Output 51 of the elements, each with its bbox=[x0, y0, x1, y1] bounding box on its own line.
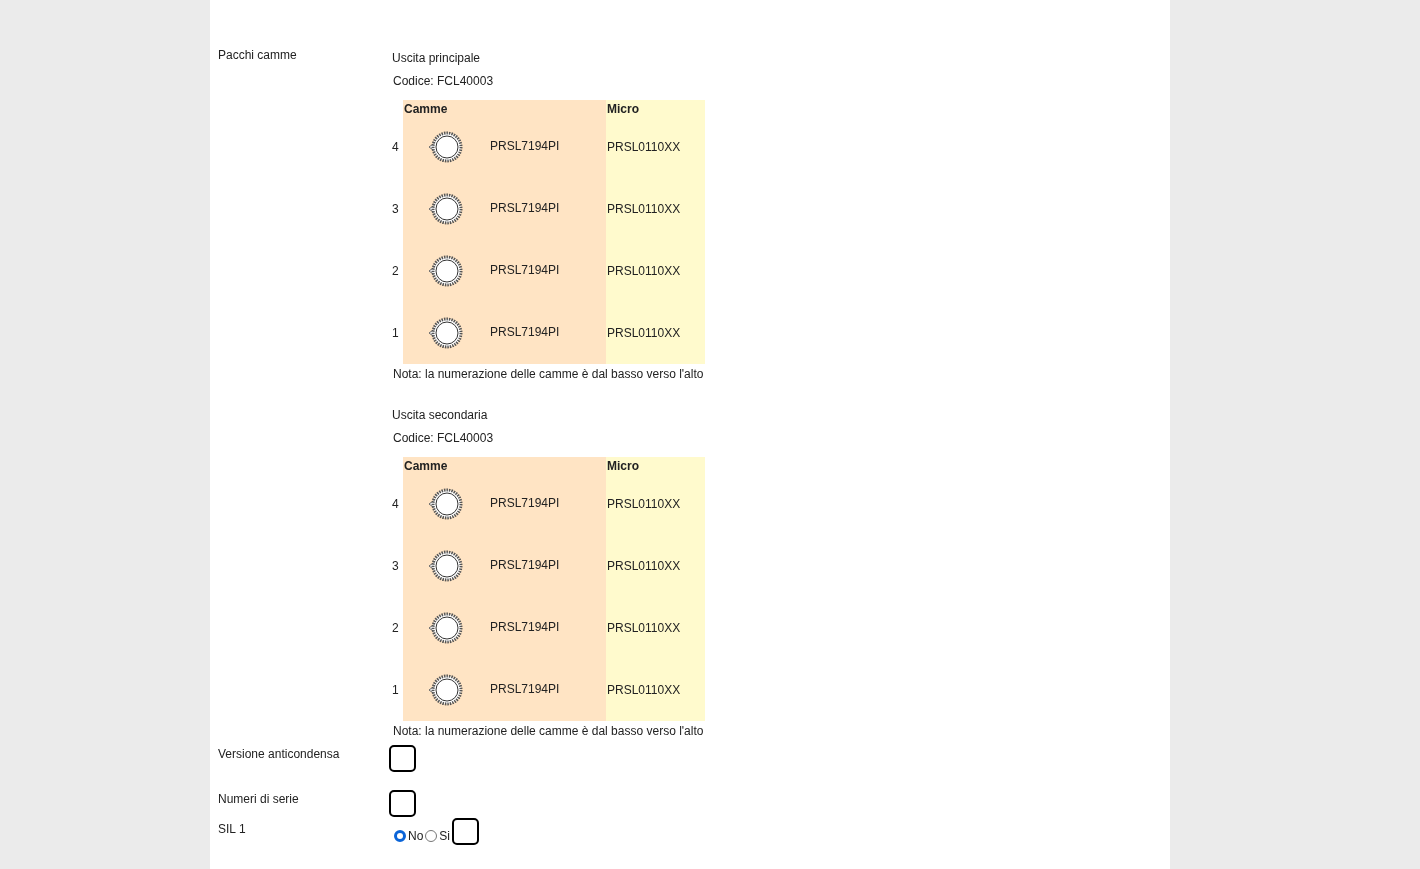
micro-code: PRSL0110XX bbox=[607, 496, 681, 513]
field-label: SIL 1 bbox=[218, 822, 246, 836]
cam-number: 3 bbox=[392, 558, 399, 575]
note-text: Nota: la numerazione delle camme è dal basso verso l'alto bbox=[393, 723, 705, 740]
cam-number: 1 bbox=[392, 682, 399, 699]
cam-disc-icon bbox=[427, 612, 463, 644]
micro-code: PRSL0110XX bbox=[607, 139, 681, 156]
output-code: Codice: FCL40003 bbox=[393, 73, 495, 90]
micro-code: PRSL0110XX bbox=[607, 201, 681, 218]
radio-option[interactable]: No bbox=[394, 827, 424, 845]
cam-number: 3 bbox=[392, 201, 399, 218]
cam-number: 2 bbox=[392, 620, 399, 637]
field-label: Numeri di serie bbox=[218, 792, 299, 806]
cam-code: PRSL7194PI bbox=[490, 262, 560, 279]
column-header: Micro bbox=[607, 102, 639, 116]
micro-code: PRSL0110XX bbox=[607, 558, 681, 575]
micro-code: PRSL0110XX bbox=[607, 325, 681, 342]
cam-code: PRSL7194PI bbox=[490, 495, 560, 512]
cam-disc-icon bbox=[427, 488, 463, 520]
micro-code: PRSL0110XX bbox=[607, 682, 681, 699]
output-title: Uscita principale bbox=[392, 50, 482, 67]
cam-code: PRSL7194PI bbox=[490, 619, 560, 636]
checkbox[interactable] bbox=[389, 790, 416, 817]
column-header: Camme bbox=[404, 459, 448, 473]
cam-code: PRSL7194PI bbox=[490, 138, 560, 155]
cam-disc-icon bbox=[427, 317, 463, 349]
cam-number: 1 bbox=[392, 325, 399, 342]
cam-code: PRSL7194PI bbox=[490, 681, 560, 698]
column-header: Micro bbox=[607, 459, 639, 473]
radio-option[interactable]: Si bbox=[425, 827, 450, 845]
cam-code: PRSL7194PI bbox=[490, 557, 560, 574]
cam-number: 2 bbox=[392, 263, 399, 280]
checkbox[interactable] bbox=[452, 818, 479, 845]
cam-disc-icon bbox=[427, 674, 463, 706]
micro-code: PRSL0110XX bbox=[607, 263, 681, 280]
cam-number: 4 bbox=[392, 496, 399, 513]
cam-code: PRSL7194PI bbox=[490, 200, 560, 217]
cam-number: 4 bbox=[392, 139, 399, 156]
cam-disc-icon bbox=[427, 193, 463, 225]
micro-code: PRSL0110XX bbox=[607, 620, 681, 637]
cam-code: PRSL7194PI bbox=[490, 324, 560, 341]
cam-disc-icon bbox=[427, 550, 463, 582]
output-code: Codice: FCL40003 bbox=[393, 430, 495, 447]
cam-disc-icon bbox=[427, 131, 463, 163]
note-text: Nota: la numerazione delle camme è dal basso verso l'alto bbox=[393, 366, 705, 383]
cam-disc-icon bbox=[427, 255, 463, 287]
output-title: Uscita secondaria bbox=[392, 407, 489, 424]
field-label: Versione anticondensa bbox=[218, 747, 340, 761]
column-header: Camme bbox=[404, 102, 448, 116]
checkbox[interactable] bbox=[389, 745, 416, 772]
field-label: Pacchi camme bbox=[218, 48, 297, 62]
